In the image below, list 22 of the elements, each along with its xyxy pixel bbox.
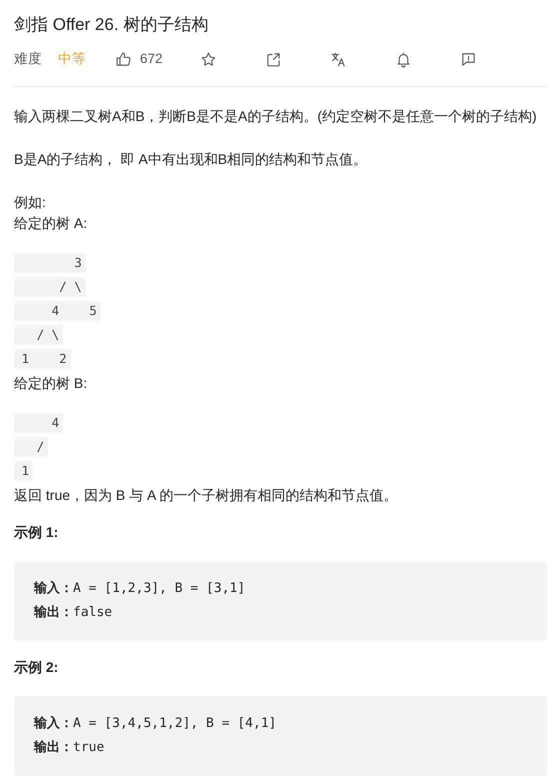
example-line: 输入：A = [3,4,5,1,2], B = [4,1] xyxy=(34,714,278,734)
paragraph: B是A的子结构， 即 A中有出现和B相同的结构和节点值。 xyxy=(14,150,368,170)
text-line: 给定的树 A: xyxy=(14,214,88,234)
feedback-icon[interactable] xyxy=(460,50,477,68)
example-line: 输出：true xyxy=(34,739,106,758)
text-line: 例如: xyxy=(14,192,47,212)
difficulty-level: 中等 xyxy=(58,50,86,68)
problem-title: 剑指 Offer 26. 树的子结构 xyxy=(14,14,210,36)
thumbs-up-icon xyxy=(115,50,132,68)
text-line: 给定的树 B: xyxy=(14,374,88,393)
star-icon[interactable] xyxy=(200,50,217,68)
example-heading: 示例 1: xyxy=(14,523,60,542)
example-heading: 示例 2: xyxy=(14,658,60,678)
translate-icon[interactable] xyxy=(330,50,347,68)
example-line: 输入：A = [1,2,3], B = [3,1] xyxy=(34,580,246,598)
text-line: 返回 true，因为 B 与 A 的一个子树拥有相同的结构和节点值。 xyxy=(14,486,398,505)
difficulty-label: 难度 xyxy=(14,50,42,68)
bell-icon[interactable] xyxy=(394,50,412,68)
paragraph: 输入两棵二叉树A和B，判断B是不是A的子结构。(约定空树不是任意一个树的子结构) xyxy=(14,107,538,126)
like-button[interactable]: 672 xyxy=(114,48,164,70)
share-icon[interactable] xyxy=(264,50,282,68)
example-line: 输出：false xyxy=(34,604,114,622)
